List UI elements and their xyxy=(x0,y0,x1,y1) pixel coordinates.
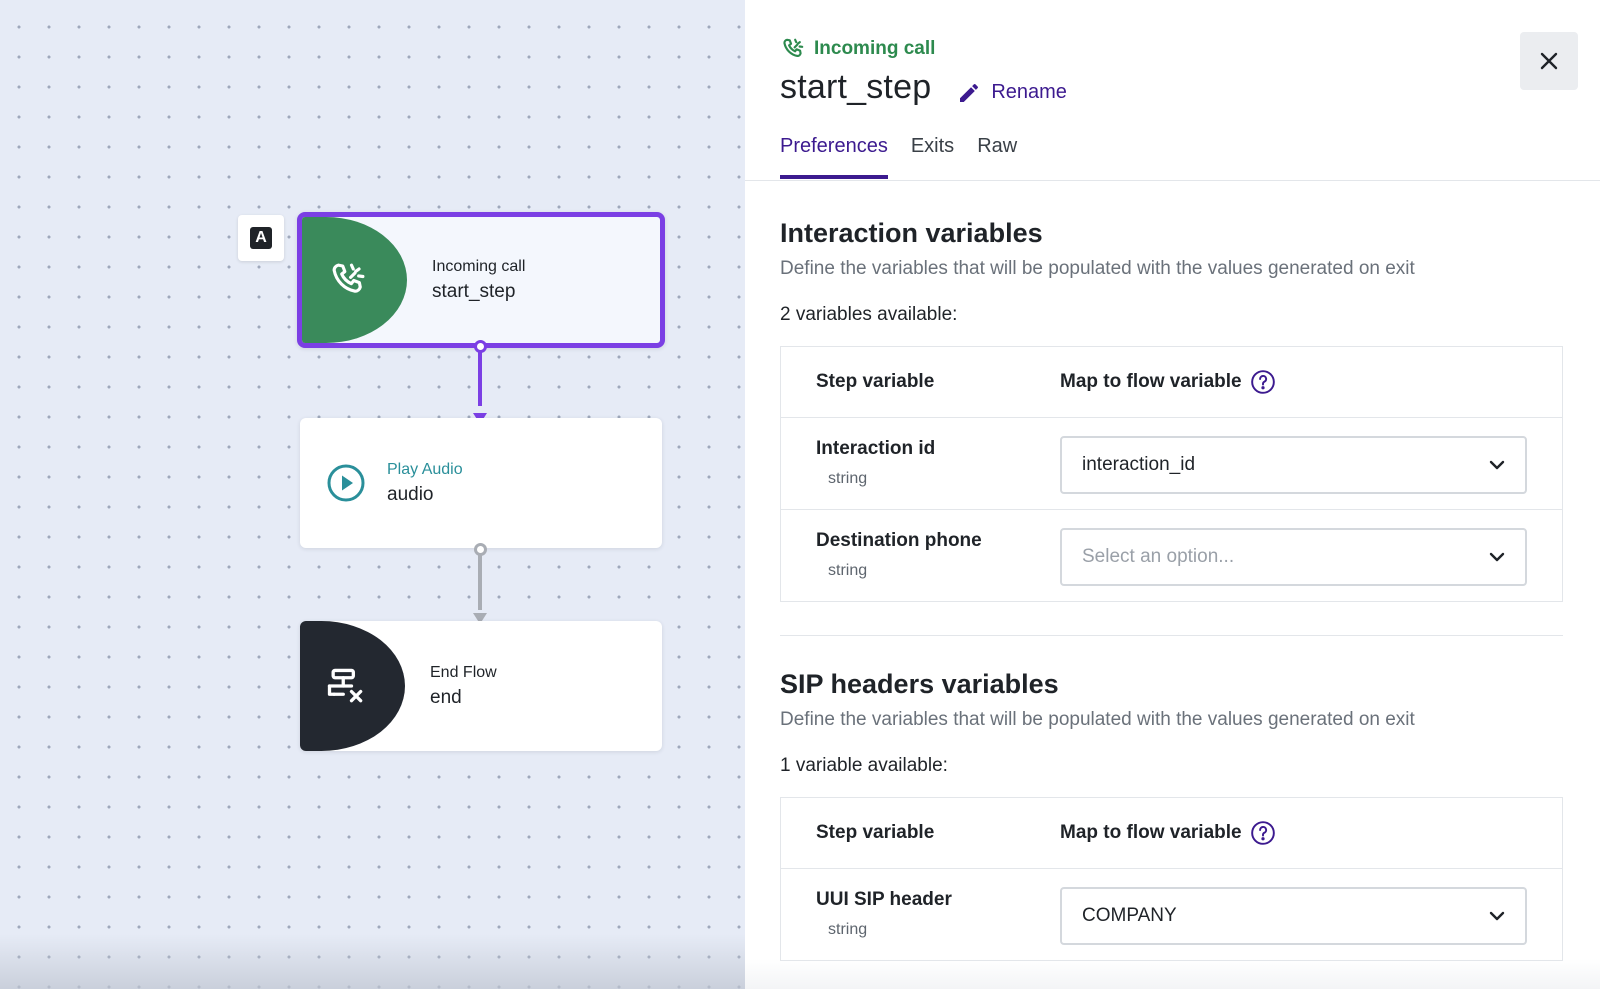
chevron-down-icon xyxy=(1489,460,1505,470)
sip-headers-section: SIP headers variables Define the variabl… xyxy=(780,669,1563,961)
variable-name: Interaction id xyxy=(816,438,936,459)
column-step-variable: Step variable xyxy=(816,371,935,392)
panel-tabs: Preferences Exits Raw xyxy=(780,135,1017,179)
panel-bottom-fade xyxy=(745,959,1600,989)
table-row: UUI SIP header string COMPANY xyxy=(781,868,1562,960)
canvas-bottom-shadow xyxy=(0,934,745,989)
column-map-to-flow-variable: Map to flow variable xyxy=(1060,371,1242,392)
help-icon[interactable] xyxy=(1250,369,1276,395)
chevron-down-icon xyxy=(1489,552,1505,562)
tab-exits[interactable]: Exits xyxy=(911,135,954,179)
end-flow-icon xyxy=(327,668,362,703)
node-type-label: Play Audio xyxy=(387,460,463,478)
help-icon[interactable] xyxy=(1250,820,1276,846)
close-icon xyxy=(1540,52,1558,70)
node-end-flow[interactable]: End Flow end xyxy=(300,621,662,751)
play-circle-icon xyxy=(327,464,365,502)
step-details-panel: Incoming call start_step Rename Preferen… xyxy=(745,0,1600,989)
variable-type: string xyxy=(828,562,868,579)
node-incoming-call[interactable]: Incoming call start_step xyxy=(297,212,665,348)
select-value: COMPANY xyxy=(1082,905,1177,926)
table-header: Step variable Map to flow variable xyxy=(781,347,1562,417)
connector-port[interactable] xyxy=(474,340,487,353)
start-marker-label: A xyxy=(250,227,272,249)
section-description: Define the variables that will be popula… xyxy=(780,709,1415,730)
table-header: Step variable Map to flow variable xyxy=(781,798,1562,868)
connector-line xyxy=(478,346,482,406)
flow-variable-select[interactable]: interaction_id xyxy=(1060,436,1527,494)
connector-line xyxy=(478,554,482,610)
node-end-flow-badge xyxy=(300,621,405,751)
node-name-label: audio xyxy=(387,483,434,505)
node-name-label: end xyxy=(430,686,462,708)
node-incoming-call-badge xyxy=(302,217,407,343)
pencil-icon xyxy=(960,83,979,102)
rename-label: Rename xyxy=(991,81,1067,103)
variable-type: string xyxy=(828,921,868,938)
tabs-divider xyxy=(745,180,1600,181)
close-button[interactable] xyxy=(1520,32,1578,90)
connector-port[interactable] xyxy=(474,543,487,556)
incoming-call-icon xyxy=(332,263,364,293)
variable-name: Destination phone xyxy=(816,530,982,551)
variables-table: Step variable Map to flow variable Inter… xyxy=(780,346,1563,602)
node-play-audio[interactable]: Play Audio audio xyxy=(300,418,662,548)
column-map-to-flow-variable: Map to flow variable xyxy=(1060,822,1242,843)
select-placeholder: Select an option... xyxy=(1082,546,1235,567)
variable-name: UUI SIP header xyxy=(816,889,952,910)
table-row: Destination phone string Select an optio… xyxy=(781,509,1562,601)
variables-count: 2 variables available: xyxy=(780,304,958,325)
flow-variable-select[interactable]: Select an option... xyxy=(1060,528,1527,586)
incoming-call-icon xyxy=(783,38,804,58)
variables-table: Step variable Map to flow variable UUI S… xyxy=(780,797,1563,961)
variables-count: 1 variable available: xyxy=(780,755,948,776)
interaction-variables-section: Interaction variables Define the variabl… xyxy=(780,218,1563,602)
table-row: Interaction id string interaction_id xyxy=(781,417,1562,509)
node-name-label: start_step xyxy=(432,280,516,302)
select-value: interaction_id xyxy=(1082,454,1196,475)
node-type-label: End Flow xyxy=(430,663,497,681)
flow-variable-select[interactable]: COMPANY xyxy=(1060,887,1527,945)
step-type-label: Incoming call xyxy=(814,38,936,59)
flow-canvas[interactable]: A Incoming call start_step Play Audio au… xyxy=(0,0,745,989)
node-type-label: Incoming call xyxy=(432,257,526,275)
variable-type: string xyxy=(828,470,868,487)
rename-button[interactable]: Rename xyxy=(957,81,1067,105)
step-type: Incoming call xyxy=(780,36,1067,62)
section-divider xyxy=(780,635,1563,636)
panel-header: Incoming call start_step Rename xyxy=(780,36,1067,107)
tab-raw[interactable]: Raw xyxy=(977,135,1017,179)
section-description: Define the variables that will be popula… xyxy=(780,258,1415,279)
column-step-variable: Step variable xyxy=(816,822,935,843)
tab-preferences[interactable]: Preferences xyxy=(780,135,888,179)
section-title: Interaction variables xyxy=(780,218,1043,248)
section-title: SIP headers variables xyxy=(780,669,1059,699)
start-marker: A xyxy=(238,215,284,261)
chevron-down-icon xyxy=(1489,911,1505,921)
step-title: start_step xyxy=(780,68,932,106)
